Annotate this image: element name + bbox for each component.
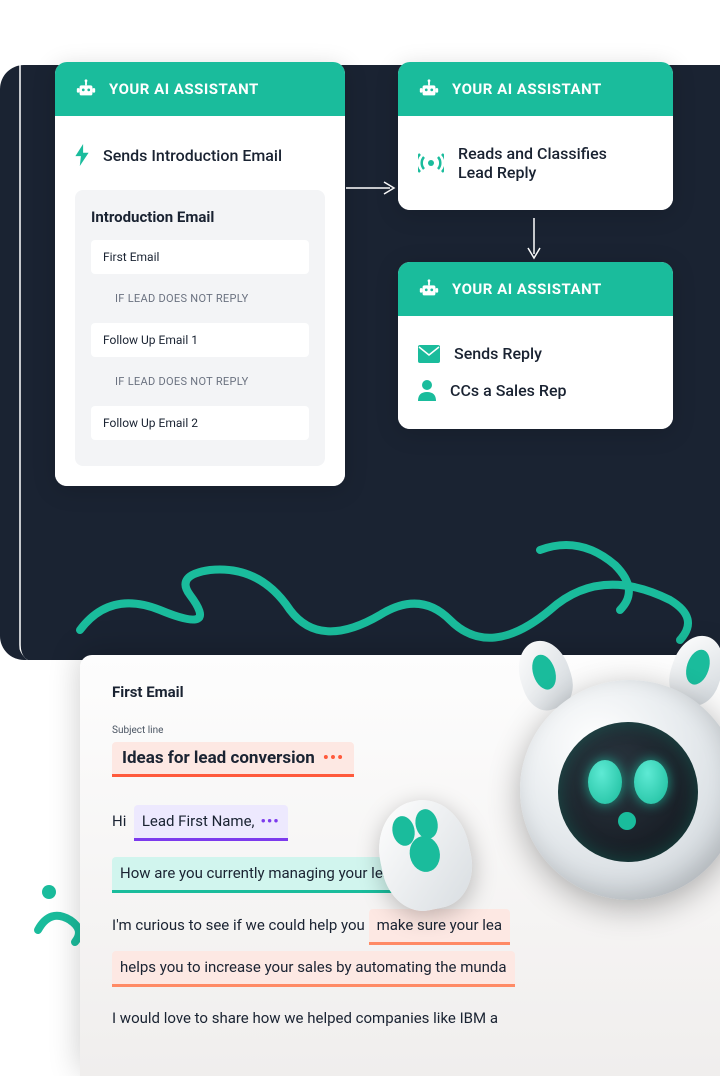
mail-icon [418,345,440,363]
merge-field-lead-first-name[interactable]: Lead First Name, ••• [134,805,288,841]
subject-token[interactable]: Ideas for lead conversion ••• [112,742,354,777]
card-intro-email: YOUR AI ASSISTANT Sends Introduction Ema… [55,62,345,486]
action-label: Sends Reply [454,344,542,363]
assistant-label: YOUR AI ASSISTANT [452,80,602,98]
ai-text-token[interactable]: How are you currently managing your lead [112,857,407,893]
connector-line-left [18,65,58,665]
email-body-line: I would love to share how we helped comp… [112,1005,688,1032]
robot-icon [418,78,440,100]
decorative-dot [42,885,56,899]
robot-icon [418,278,440,300]
robot-mascot [420,640,720,1000]
card-sends-reply: YOUR AI ASSISTANT Sends Reply CCs a Sale… [398,262,673,429]
action-sends-reply: Sends Reply [418,336,653,371]
assistant-label: YOUR AI ASSISTANT [452,280,602,298]
mascot-mouth [618,812,636,830]
body-text: I'm curious to see if we could help you [112,916,365,934]
mascot-face [558,722,698,862]
intro-email-section: Introduction Email First Email IF LEAD D… [75,190,325,466]
action-sends-intro: Sends Introduction Email [75,136,325,174]
card-header: YOUR AI ASSISTANT [398,262,673,316]
card-reads-classifies: YOUR AI ASSISTANT Reads and Classifies L… [398,62,673,210]
arrow-down [524,218,544,262]
subject-text: Ideas for lead conversion [122,748,315,768]
action-reads-classifies: Reads and Classifies Lead Reply [418,136,653,190]
more-dots-icon[interactable]: ••• [261,808,280,835]
email-item[interactable]: First Email [91,240,309,274]
condition-item: IF LEAD DOES NOT REPLY [91,282,309,315]
mascot-eye [634,760,668,804]
section-title: Introduction Email [91,208,309,226]
greeting-prefix: Hi [112,812,126,830]
bolt-icon [75,144,89,166]
card-header: YOUR AI ASSISTANT [398,62,673,116]
action-ccs-rep: CCs a Sales Rep [418,371,653,409]
assistant-label: YOUR AI ASSISTANT [109,80,259,98]
email-item[interactable]: Follow Up Email 2 [91,406,309,440]
mascot-eye [588,760,622,804]
mascot-head [520,680,720,900]
condition-item: IF LEAD DOES NOT REPLY [91,365,309,398]
card-header: YOUR AI ASSISTANT [55,62,345,116]
robot-icon [75,78,97,100]
broadcast-icon [418,150,444,176]
action-label: Reads and Classifies Lead Reply [458,144,638,182]
arrow-right [346,178,398,198]
person-icon [418,379,436,401]
connector-line-bottom [18,820,88,880]
action-label: Sends Introduction Email [103,146,282,165]
email-item[interactable]: Follow Up Email 1 [91,323,309,357]
action-label: CCs a Sales Rep [450,381,567,400]
more-dots-icon[interactable]: ••• [323,748,344,768]
